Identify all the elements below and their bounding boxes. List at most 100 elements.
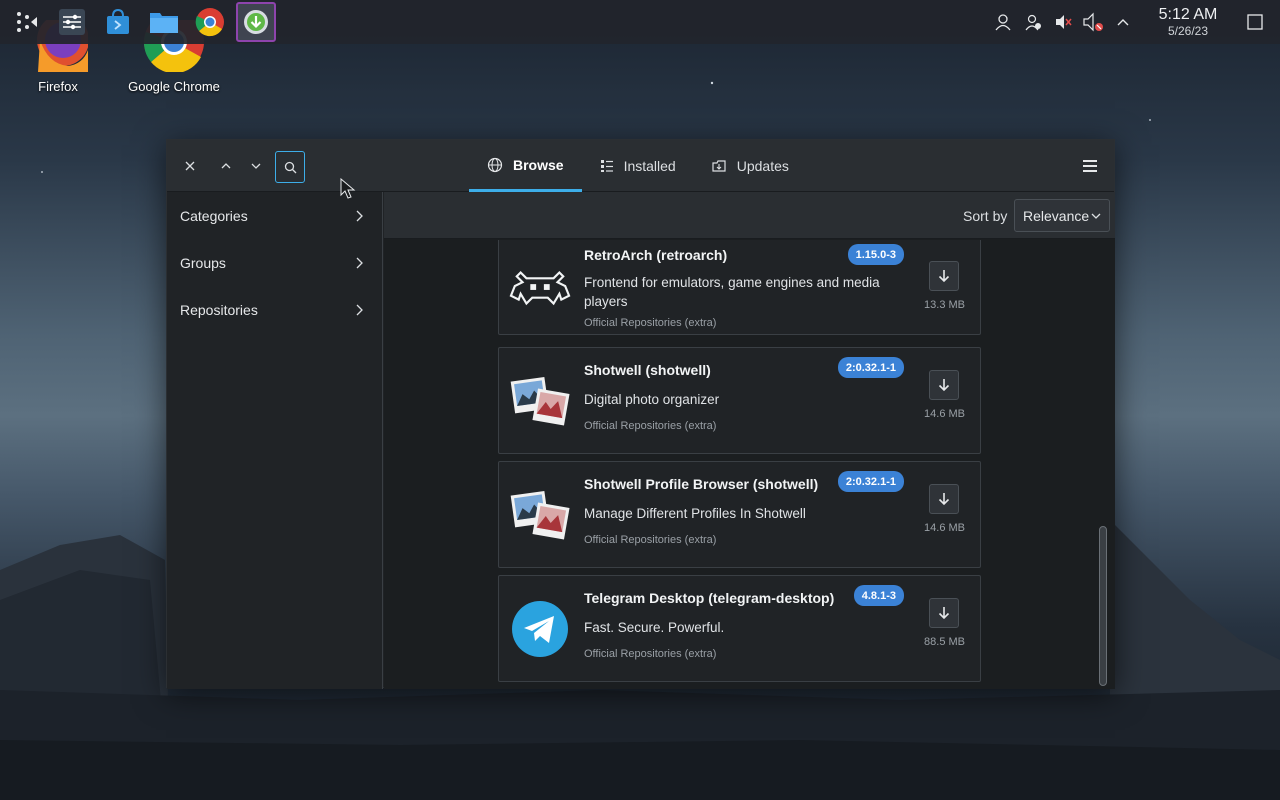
user-switch-icon[interactable] xyxy=(1020,9,1046,35)
download-button[interactable] xyxy=(929,261,959,291)
search-icon xyxy=(284,161,296,173)
chevron-up-icon xyxy=(221,163,231,169)
package-name: Telegram Desktop (telegram-desktop) xyxy=(584,590,835,606)
window-header: Browse Installed Updates xyxy=(167,140,1114,192)
sort-label: Sort by xyxy=(963,208,1008,224)
list-icon xyxy=(600,160,613,172)
show-desktop-icon[interactable] xyxy=(1242,9,1268,35)
mouse-cursor-icon xyxy=(340,178,356,199)
chevron-up-icon[interactable] xyxy=(1110,9,1136,35)
taskbar-system-settings[interactable] xyxy=(52,2,92,42)
package-description: Digital photo organizer xyxy=(584,392,720,407)
sidebar-item-repositories[interactable]: Repositories xyxy=(167,286,382,333)
clock-date: 5/26/23 xyxy=(1167,24,1209,38)
sidebar-item-label: Groups xyxy=(180,254,226,271)
clock[interactable]: 5:12 AM 5/26/23 xyxy=(1150,6,1226,38)
tab-bar: Browse Installed Updates xyxy=(469,140,807,192)
download-button[interactable] xyxy=(929,370,959,400)
version-badge: 4.8.1-3 xyxy=(853,585,904,606)
download-arrow-icon xyxy=(938,379,950,392)
tab-label: Browse xyxy=(513,156,564,173)
package-size: 14.6 MB xyxy=(924,408,965,420)
download-arrow-icon xyxy=(938,493,950,506)
folder-icon xyxy=(150,13,178,33)
taskbar-app-launcher[interactable] xyxy=(6,2,46,42)
package-description: Frontend for emulators, game engines and… xyxy=(584,275,880,309)
chrome-icon xyxy=(195,8,224,37)
sidebar-item-label: Categories xyxy=(180,207,248,224)
tab-label: Installed xyxy=(623,158,676,174)
telegram-icon xyxy=(509,598,571,660)
user-icon[interactable] xyxy=(990,9,1016,35)
hamburger-menu-icon xyxy=(1083,160,1097,172)
system-tray: 5:12 AM 5/26/23 xyxy=(988,0,1280,44)
version-badge: 2:0.32.1-1 xyxy=(837,357,904,378)
tab-label: Updates xyxy=(736,158,789,174)
chevron-right-icon xyxy=(356,304,363,315)
sidebar: Categories Groups Repositories xyxy=(167,192,383,689)
version-badge: 2:0.32.1-1 xyxy=(837,471,904,492)
package-name: Shotwell (shotwell) xyxy=(584,362,711,378)
close-icon xyxy=(185,161,195,171)
sort-value: Relevance xyxy=(1023,207,1090,224)
desktop-icon-label: Firefox xyxy=(38,79,78,94)
package-repository: Official Repositories (extra) xyxy=(584,420,717,432)
package-name: RetroArch (retroarch) xyxy=(584,247,728,263)
download-arrow-icon xyxy=(938,607,950,620)
previous-button[interactable] xyxy=(212,152,240,180)
version-badge: 1.15.0-3 xyxy=(847,244,904,265)
package-card-retroarch[interactable]: RetroArch (retroarch) Frontend for emula… xyxy=(498,240,981,335)
chevron-right-icon xyxy=(356,257,363,268)
tab-updates[interactable]: Updates xyxy=(694,140,807,192)
scrollbar-thumb[interactable] xyxy=(1099,526,1107,686)
package-repository: Official Repositories (extra) xyxy=(584,648,717,660)
launcher-icon xyxy=(17,12,37,32)
package-size: 13.3 MB xyxy=(924,299,965,311)
taskbar-google-chrome[interactable] xyxy=(190,2,230,42)
package-size: 14.6 MB xyxy=(924,522,965,534)
volume-muted-icon[interactable] xyxy=(1080,9,1106,35)
next-button[interactable] xyxy=(242,152,270,180)
package-card-shotwell[interactable]: Shotwell (shotwell) Digital photo organi… xyxy=(498,347,981,454)
settings-sliders-icon xyxy=(59,9,85,35)
hamburger-menu-button[interactable] xyxy=(1078,154,1102,178)
tab-installed[interactable]: Installed xyxy=(582,140,694,192)
store-bag-icon xyxy=(107,8,129,34)
browse-content: Sort by Relevance RetroArch (retroarch) … xyxy=(384,192,1115,689)
desktop-icon-label: Google Chrome xyxy=(128,79,220,94)
clock-time: 5:12 AM xyxy=(1158,6,1218,23)
chevron-right-icon xyxy=(356,210,363,221)
package-repository: Official Repositories (extra) xyxy=(584,534,717,546)
package-description: Fast. Secure. Powerful. xyxy=(584,620,725,635)
retroarch-icon xyxy=(509,257,571,319)
package-name: Shotwell Profile Browser (shotwell) xyxy=(584,476,819,492)
package-repository: Official Repositories (extra) xyxy=(584,317,717,329)
package-card-telegram-desktop[interactable]: Telegram Desktop (telegram-desktop) Fast… xyxy=(498,575,981,682)
download-button[interactable] xyxy=(929,598,959,628)
chevron-down-icon xyxy=(1091,213,1101,219)
sidebar-item-groups[interactable]: Groups xyxy=(167,239,382,286)
sidebar-item-label: Repositories xyxy=(180,301,258,318)
sort-select[interactable]: Relevance xyxy=(1014,199,1110,232)
package-size: 88.5 MB xyxy=(924,636,965,648)
package-manager-window: Browse Installed Updates Categories Grou… xyxy=(166,139,1115,689)
chevron-down-icon xyxy=(251,163,261,169)
taskbar-package-manager[interactable] xyxy=(236,2,276,42)
download-arrow-icon xyxy=(938,270,950,283)
speaker-muted-icon[interactable] xyxy=(1050,9,1076,35)
taskbar-discover-store[interactable] xyxy=(98,2,138,42)
globe-icon xyxy=(487,157,503,172)
scrollbar[interactable] xyxy=(1097,240,1107,689)
close-button[interactable] xyxy=(176,152,204,180)
search-button[interactable] xyxy=(275,151,305,183)
shotwell-icon xyxy=(509,484,571,546)
tab-browse[interactable]: Browse xyxy=(469,140,582,192)
shotwell-icon xyxy=(509,370,571,432)
taskbar-file-manager[interactable] xyxy=(144,2,184,42)
download-arrow-icon xyxy=(244,10,268,34)
taskbar: 5:12 AM 5/26/23 xyxy=(0,0,1280,44)
package-description: Manage Different Profiles In Shotwell xyxy=(584,506,806,521)
package-list[interactable]: RetroArch (retroarch) Frontend for emula… xyxy=(384,240,1115,689)
package-card-shotwell-profile-browser[interactable]: Shotwell Profile Browser (shotwell) Mana… xyxy=(498,461,981,568)
download-button[interactable] xyxy=(929,484,959,514)
